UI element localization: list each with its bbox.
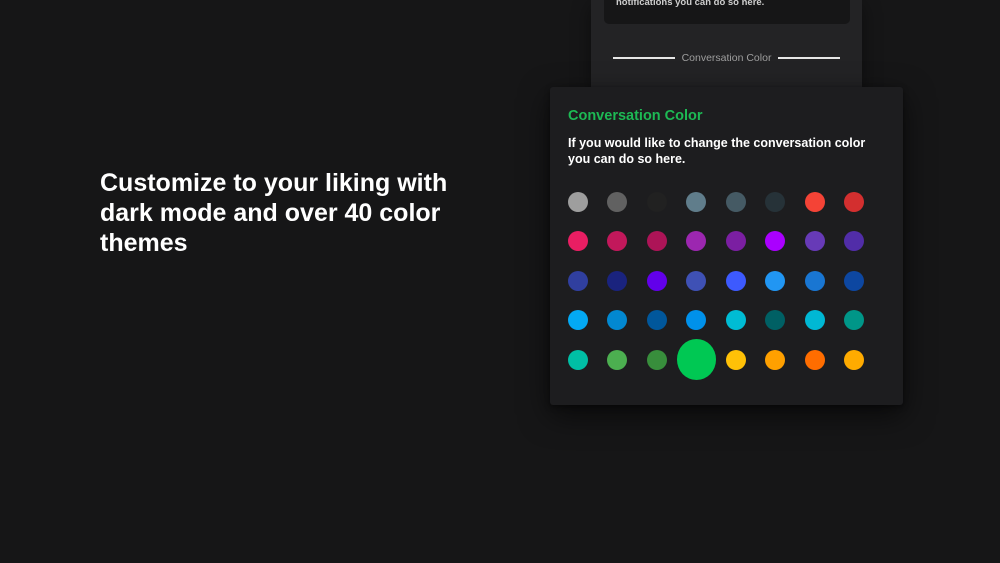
color-swatch-red-orange[interactable] [804,191,825,212]
swatch-cell [637,301,677,341]
color-swatch-green[interactable] [607,349,628,370]
swatch-cell [756,222,796,262]
color-swatch-gold[interactable] [844,349,865,370]
swatch-cell [558,222,598,262]
previous-setting-text: notifications you can do so here. [616,0,765,8]
swatch-cell [598,340,638,380]
swatch-cell [637,261,677,301]
color-swatch-red[interactable] [844,191,865,212]
swatch-cell [795,340,835,380]
card-title: Conversation Color [568,108,703,124]
swatch-cell [637,340,677,380]
color-swatch-teal-dark[interactable] [765,310,786,331]
color-swatch-charcoal[interactable] [646,191,667,212]
color-swatch-light-blue[interactable] [567,310,588,331]
swatch-cell [598,301,638,341]
color-swatch-amber[interactable] [725,349,746,370]
color-swatch-magenta[interactable] [646,231,667,252]
color-swatch-deep-purple[interactable] [804,231,825,252]
color-swatch-orange-amber[interactable] [765,349,786,370]
color-swatch-indigo[interactable] [567,270,588,291]
swatch-cell [558,301,598,341]
color-swatch-sky-blue[interactable] [765,270,786,291]
color-swatch-cyan-light[interactable] [804,310,825,331]
swatch-cell [835,340,875,380]
color-swatch-blue-dark[interactable] [844,270,865,291]
card-description: If you would like to change the conversa… [568,136,866,166]
swatch-cell [716,222,756,262]
swatch-cell [677,222,717,262]
previous-setting-card: notifications you can do so here. [604,0,850,24]
swatch-cell [637,222,677,262]
color-swatch-violet[interactable] [765,231,786,252]
settings-preview-panel: notifications you can do so here. Conver… [591,0,862,88]
color-swatch-blue-gray-light[interactable] [686,191,707,212]
color-swatch-teal[interactable] [844,310,865,331]
section-header-conversation-color: Conversation Color [613,51,841,65]
color-swatch-electric-violet[interactable] [646,270,667,291]
swatch-cell [716,301,756,341]
color-swatch-green-dark[interactable] [646,349,667,370]
divider-line-right [778,57,841,59]
color-swatch-gray[interactable] [607,191,628,212]
color-swatch-cobalt[interactable] [646,310,667,331]
swatch-cell [835,222,875,262]
color-swatch-indigo-light[interactable] [686,270,707,291]
swatch-cell [716,182,756,222]
swatch-cell [558,340,598,380]
color-swatch-blue-gray-dark[interactable] [765,191,786,212]
swatch-cell [676,339,716,381]
color-swatch-cyan[interactable] [725,310,746,331]
color-swatch-pink[interactable] [567,231,588,252]
color-swatch-vivid-green-selected[interactable] [676,339,716,381]
color-swatch-orange[interactable] [804,349,825,370]
color-swatch-deep-purple-dark[interactable] [844,231,865,252]
color-swatch-blue-accent[interactable] [725,270,746,291]
swatch-cell [677,182,717,222]
swatch-cell [756,182,796,222]
swatch-cell [558,182,598,222]
color-swatch-turquoise[interactable] [567,349,588,370]
conversation-color-card: Conversation Color If you would like to … [550,87,903,405]
color-swatch-purple[interactable] [686,231,707,252]
color-swatch-light-blue-dark[interactable] [607,310,628,331]
color-swatch-grid [558,182,875,381]
swatch-cell [756,261,796,301]
swatch-cell [756,301,796,341]
color-swatch-purple-dark[interactable] [725,231,746,252]
swatch-cell [835,301,875,341]
swatch-cell [598,222,638,262]
swatch-cell [716,340,756,380]
swatch-cell [835,182,875,222]
swatch-cell [677,301,717,341]
swatch-cell [795,222,835,262]
swatch-cell [598,261,638,301]
color-swatch-light-gray[interactable] [567,191,588,212]
divider-line-left [613,57,675,59]
swatch-cell [677,261,717,301]
color-swatch-indigo-dark[interactable] [607,270,628,291]
swatch-cell [795,301,835,341]
swatch-cell [795,182,835,222]
swatch-cell [795,261,835,301]
section-header-label: Conversation Color [681,52,772,64]
swatch-cell [716,261,756,301]
swatch-cell [637,182,677,222]
swatch-cell [835,261,875,301]
color-swatch-pink-dark[interactable] [607,231,628,252]
hero-headline: Customize to your liking with dark mode … [100,169,448,257]
color-swatch-azure[interactable] [686,310,707,331]
swatch-cell [558,261,598,301]
color-swatch-blue[interactable] [804,270,825,291]
color-swatch-blue-gray[interactable] [725,191,746,212]
swatch-cell [598,182,638,222]
swatch-cell [756,340,796,380]
